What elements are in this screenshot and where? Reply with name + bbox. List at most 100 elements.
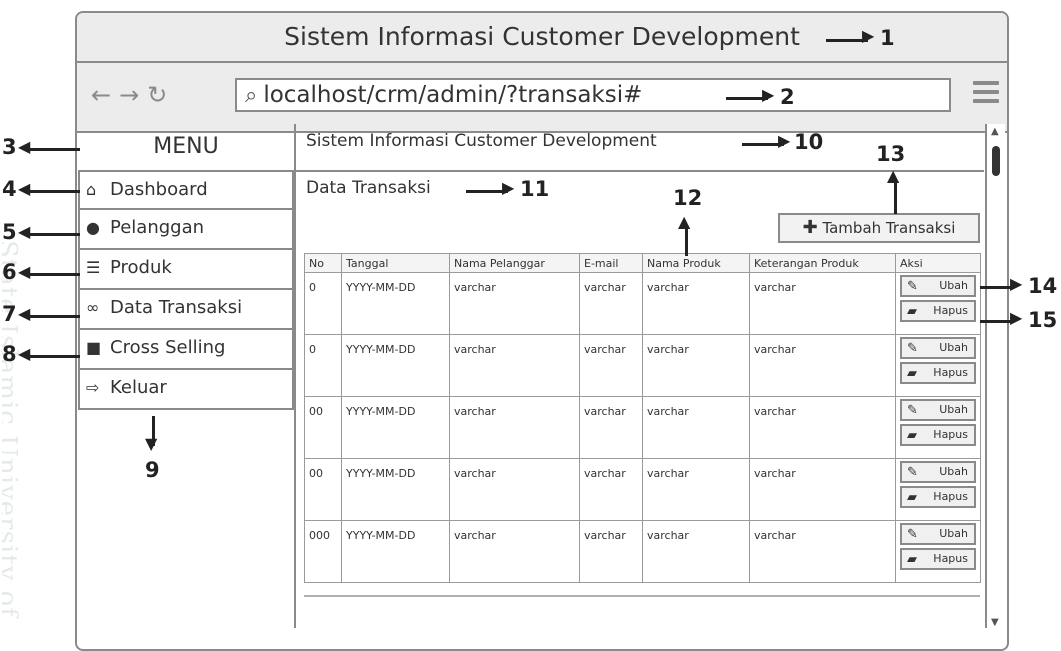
cell-nama-produk: varchar xyxy=(642,334,750,397)
annotation-number: 3 xyxy=(2,135,17,159)
url-input[interactable]: ⌕ localhost/crm/admin/?transaksi# xyxy=(235,78,951,112)
delete-label: Hapus xyxy=(933,428,968,441)
address-bar: ←→↻ ⌕ localhost/crm/admin/?transaksi# xyxy=(77,63,1007,133)
cell-nama-produk: varchar xyxy=(642,520,750,583)
cell-nama-pelanggan: varchar xyxy=(449,396,580,459)
table-row: 000 YYYY-MM-DD varchar varchar varchar v… xyxy=(304,520,981,583)
column-header: Nama Pelanggar xyxy=(449,253,580,273)
sidebar-item-label: Produk xyxy=(110,257,172,278)
delete-button[interactable]: ▰ Hapus xyxy=(900,486,976,508)
cell-no: 0 xyxy=(304,272,342,335)
delete-label: Hapus xyxy=(933,490,968,503)
table-bottom-border xyxy=(304,595,980,597)
sidebar-item-produk[interactable]: ☰ Produk xyxy=(78,250,294,290)
add-transaction-button[interactable]: ✚ Tambah Transaksi xyxy=(778,213,980,243)
edit-icon: ✎ xyxy=(907,527,918,542)
arrow-head-icon: ▼ xyxy=(145,434,158,453)
cell-nama-produk: varchar xyxy=(642,272,750,335)
arrow-head-icon: ◀ xyxy=(18,222,31,241)
cell-email: varchar xyxy=(579,458,643,521)
cell-nama-pelanggan: varchar xyxy=(449,520,580,583)
cell-keterangan: varchar xyxy=(749,458,896,521)
annotation-number: 15 xyxy=(1028,308,1058,332)
edit-icon: ✎ xyxy=(907,403,918,418)
cell-email: varchar xyxy=(579,396,643,459)
annotation-number: 13 xyxy=(876,142,906,166)
arrow-head-icon: ◀ xyxy=(18,262,31,281)
edit-label: Ubah xyxy=(939,465,968,478)
content-divider xyxy=(294,170,984,172)
sidebar-item-data-transaksi[interactable]: ∞ Data Transaksi xyxy=(78,290,294,330)
link-icon: ∞ xyxy=(86,298,100,317)
delete-button[interactable]: ▰ Hapus xyxy=(900,548,976,570)
eraser-icon: ▰ xyxy=(907,490,917,505)
annotation-number: 11 xyxy=(520,177,550,201)
arrow-head-icon: ▶ xyxy=(502,178,515,197)
edit-button[interactable]: ✎ Ubah xyxy=(900,399,976,421)
forward-arrow-icon[interactable]: → xyxy=(119,81,147,109)
scroll-up-icon[interactable]: ▲ xyxy=(991,126,999,137)
delete-label: Hapus xyxy=(933,304,968,317)
sidebar-item-pelanggan[interactable]: ● Pelanggan xyxy=(78,210,294,250)
column-header: No xyxy=(304,253,342,273)
edit-label: Ubah xyxy=(939,403,968,416)
annotation-number: 2 xyxy=(780,85,795,109)
url-text: localhost/crm/admin/?transaksi# xyxy=(263,82,643,108)
arrow-head-icon: ◀ xyxy=(18,179,31,198)
delete-button[interactable]: ▰ Hapus xyxy=(900,362,976,384)
edit-button[interactable]: ✎ Ubah xyxy=(900,275,976,297)
annotation-number: 8 xyxy=(2,342,17,366)
transaction-table: No Tanggal Nama Pelanggar E-mail Nama Pr… xyxy=(304,253,981,583)
sidebar-item-cross-selling[interactable]: ■ Cross Selling xyxy=(78,330,294,370)
delete-label: Hapus xyxy=(933,552,968,565)
edit-button[interactable]: ✎ Ubah xyxy=(900,337,976,359)
scroll-thumb[interactable] xyxy=(992,146,1000,176)
delete-button[interactable]: ▰ Hapus xyxy=(900,300,976,322)
scroll-down-icon[interactable]: ▼ xyxy=(991,617,999,628)
eraser-icon: ▰ xyxy=(907,428,917,443)
vertical-scrollbar[interactable]: ▲ ▼ xyxy=(985,124,1005,628)
cell-email: varchar xyxy=(579,520,643,583)
hamburger-icon[interactable] xyxy=(973,81,999,108)
cell-aksi: ✎ Ubah ▰ Hapus xyxy=(895,396,981,459)
annotation-arrow xyxy=(28,273,80,276)
page-title: Data Transaksi xyxy=(306,178,431,198)
edit-button[interactable]: ✎ Ubah xyxy=(900,461,976,483)
annotation-arrow xyxy=(980,320,1014,323)
sidebar-item-keluar[interactable]: ⇨ Keluar xyxy=(78,370,294,410)
cell-aksi: ✎ Ubah ▰ Hapus xyxy=(895,458,981,521)
annotation-number: 7 xyxy=(2,302,17,326)
reload-icon[interactable]: ↻ xyxy=(147,81,175,109)
cell-nama-produk: varchar xyxy=(642,458,750,521)
delete-button[interactable]: ▰ Hapus xyxy=(900,424,976,446)
sidebar-item-label: Pelanggan xyxy=(110,217,205,238)
cell-aksi: ✎ Ubah ▰ Hapus xyxy=(895,520,981,583)
sidebar-item-label: Dashboard xyxy=(110,179,208,200)
annotation-number: 4 xyxy=(2,177,17,201)
arrow-head-icon: ▶ xyxy=(778,131,791,150)
arrow-head-icon: ▶ xyxy=(1010,274,1023,293)
menu-title: MENU xyxy=(153,134,219,159)
edit-label: Ubah xyxy=(939,279,968,292)
search-icon: ⌕ xyxy=(245,83,258,108)
edit-icon: ✎ xyxy=(907,465,918,480)
annotation-arrow xyxy=(28,233,80,236)
cell-no: 000 xyxy=(304,520,342,583)
cell-tanggal: YYYY-MM-DD xyxy=(341,458,450,521)
sidebar-item-label: Cross Selling xyxy=(110,337,226,358)
back-arrow-icon[interactable]: ← xyxy=(91,81,119,109)
table-row: 0 YYYY-MM-DD varchar varchar varchar var… xyxy=(304,272,981,335)
annotation-arrow xyxy=(685,226,688,256)
cell-keterangan: varchar xyxy=(749,396,896,459)
cell-aksi: ✎ Ubah ▰ Hapus xyxy=(895,334,981,397)
cell-no: 0 xyxy=(304,334,342,397)
cell-no: 00 xyxy=(304,458,342,521)
arrow-head-icon: ◀ xyxy=(18,137,31,156)
cell-email: varchar xyxy=(579,272,643,335)
annotation-number: 5 xyxy=(2,220,17,244)
sidebar-item-dashboard[interactable]: ⌂ Dashboard xyxy=(78,170,294,210)
edit-icon: ✎ xyxy=(907,341,918,356)
arrow-head-icon: ◀ xyxy=(18,344,31,363)
edit-button[interactable]: ✎ Ubah xyxy=(900,523,976,545)
edit-label: Ubah xyxy=(939,527,968,540)
